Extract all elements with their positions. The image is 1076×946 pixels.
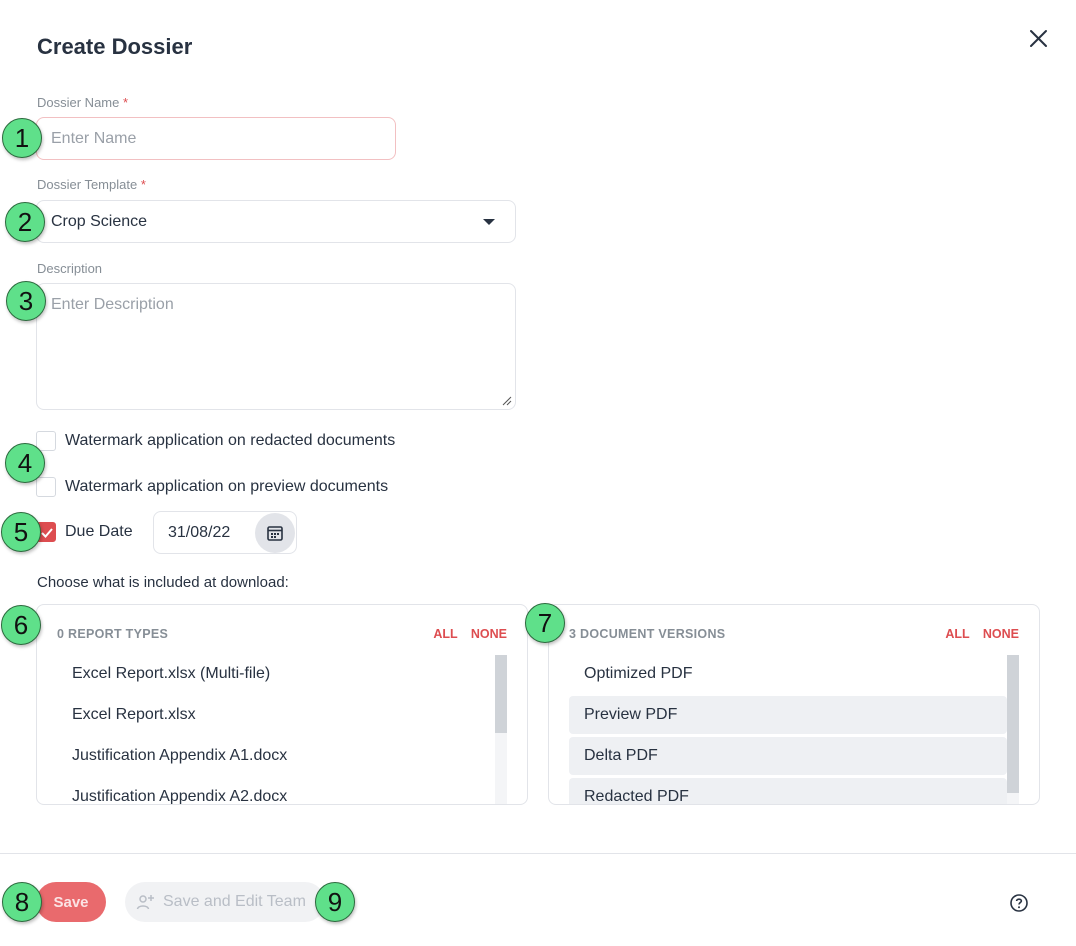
report-types-panel: 0 REPORT TYPES ALL NONE Excel Report.xls… xyxy=(36,604,528,805)
watermark-preview-label: Watermark application on preview documen… xyxy=(65,478,389,495)
watermark-preview-checkbox[interactable] xyxy=(36,477,56,497)
save-and-edit-team-button[interactable]: Save and Edit Team xyxy=(125,882,325,922)
dossier-name-label-text: Dossier Name xyxy=(37,95,120,110)
description-placeholder: Enter Description xyxy=(51,296,174,313)
dossier-template-label-text: Dossier Template xyxy=(37,177,138,192)
document-versions-scrollbar[interactable] xyxy=(1007,655,1019,804)
save-button[interactable]: Save xyxy=(36,882,106,922)
due-date-value: 31/08/22 xyxy=(168,523,231,541)
help-button[interactable] xyxy=(1009,893,1029,913)
list-item[interactable]: Justification Appendix A1.docx xyxy=(57,737,495,775)
list-item[interactable]: Excel Report.xlsx (Multi-file) xyxy=(57,655,495,693)
annotation-badge-4: 4 xyxy=(5,443,45,483)
dossier-name-placeholder: Enter Name xyxy=(51,129,137,147)
list-item[interactable]: Excel Report.xlsx xyxy=(57,696,495,734)
annotation-badge-7: 7 xyxy=(525,603,565,643)
download-heading: Choose what is included at download: xyxy=(37,574,289,591)
document-versions-count: 3 DOCUMENT VERSIONS xyxy=(569,627,726,641)
annotation-badge-8: 8 xyxy=(2,882,42,922)
list-item[interactable]: Optimized PDF xyxy=(569,655,1007,693)
description-textarea[interactable]: Enter Description xyxy=(36,283,516,410)
dossier-name-input[interactable]: Enter Name xyxy=(36,117,396,160)
dossier-template-label: Dossier Template * xyxy=(37,177,146,192)
document-versions-panel: 3 DOCUMENT VERSIONS ALL NONE Optimized P… xyxy=(548,604,1040,805)
help-circle-icon xyxy=(1010,894,1028,912)
report-types-none-button[interactable]: NONE xyxy=(471,627,507,641)
footer-divider xyxy=(0,853,1076,854)
list-item[interactable]: Justification Appendix A2.docx xyxy=(57,778,495,804)
scrollbar-thumb[interactable] xyxy=(495,655,507,733)
list-item[interactable]: Preview PDF xyxy=(569,696,1007,734)
dossier-name-label: Dossier Name * xyxy=(37,95,128,110)
dossier-template-select[interactable]: Crop Science xyxy=(36,200,516,243)
annotation-badge-5: 5 xyxy=(1,512,41,552)
close-button[interactable] xyxy=(1024,24,1054,54)
list-item[interactable]: Redacted PDF xyxy=(569,778,1007,804)
annotation-badge-6: 6 xyxy=(1,605,41,645)
calendar-button[interactable] xyxy=(255,512,295,553)
report-types-list: Excel Report.xlsx (Multi-file) Excel Rep… xyxy=(57,655,495,804)
required-mark: * xyxy=(140,177,146,192)
report-types-all-button[interactable]: ALL xyxy=(433,627,457,641)
close-icon xyxy=(1030,30,1047,47)
document-versions-all-button[interactable]: ALL xyxy=(945,627,969,641)
save-and-edit-team-label: Save and Edit Team xyxy=(163,893,306,910)
list-item[interactable]: Delta PDF xyxy=(569,737,1007,775)
due-date-label: Due Date xyxy=(65,523,133,540)
calendar-icon xyxy=(267,525,283,541)
add-user-icon xyxy=(136,895,154,910)
document-versions-none-button[interactable]: NONE xyxy=(983,627,1019,641)
scrollbar-thumb[interactable] xyxy=(1007,655,1019,793)
resize-grip-icon[interactable] xyxy=(500,394,512,406)
required-mark: * xyxy=(122,95,129,110)
document-versions-list: Optimized PDF Preview PDF Delta PDF Reda… xyxy=(569,655,1007,804)
annotation-badge-9: 9 xyxy=(315,882,355,922)
annotation-badge-1: 1 xyxy=(2,118,42,158)
watermark-redacted-label: Watermark application on redacted docume… xyxy=(65,432,396,449)
dossier-template-value: Crop Science xyxy=(51,212,148,230)
caret-down-icon xyxy=(483,218,495,225)
report-types-scrollbar[interactable] xyxy=(495,655,507,804)
dialog-title: Create Dossier xyxy=(37,34,193,59)
report-types-count: 0 REPORT TYPES xyxy=(57,627,169,641)
due-date-input[interactable]: 31/08/22 xyxy=(153,511,297,554)
annotation-badge-3: 3 xyxy=(6,281,46,321)
annotation-badge-2: 2 xyxy=(5,202,45,242)
description-label: Description xyxy=(37,261,103,276)
